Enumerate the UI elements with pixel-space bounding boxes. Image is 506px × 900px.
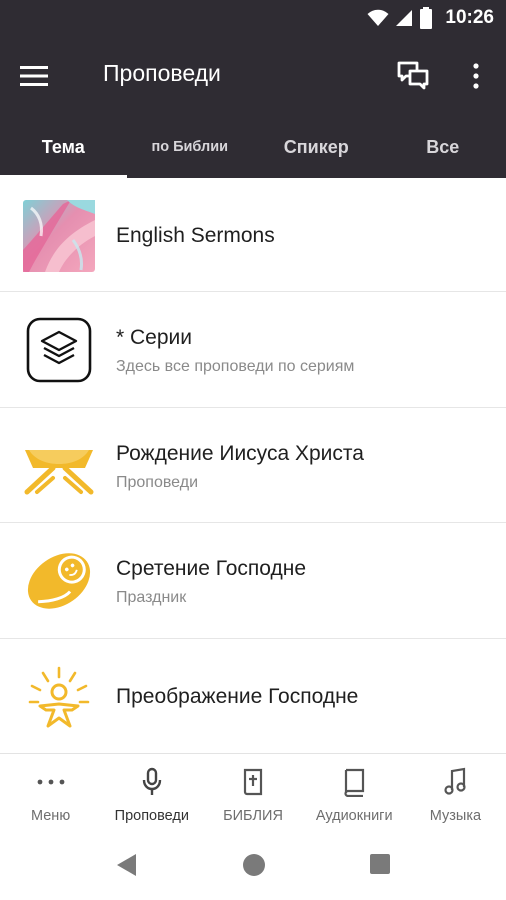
- battery-icon: [420, 7, 433, 29]
- nav-audiobooks[interactable]: Аудиокниги: [304, 754, 405, 830]
- back-triangle-icon: [117, 854, 136, 876]
- app-bar: Проповеди: [0, 36, 506, 116]
- list-item-title: * Серии: [116, 326, 192, 349]
- manger-icon: [23, 430, 95, 502]
- tab-label: по Библии: [151, 139, 229, 155]
- status-time: 10:26: [445, 7, 494, 28]
- tab-bar: Тема по Библии Спикер Все: [0, 116, 506, 178]
- nav-label: Меню: [31, 808, 71, 824]
- tab-label: Тема: [41, 136, 85, 157]
- list-item[interactable]: Сретение Господне Праздник: [0, 523, 506, 639]
- bible-icon: [241, 766, 265, 798]
- microphone-icon: [140, 766, 164, 798]
- tab-label: Все: [426, 136, 460, 157]
- list-item-title: Рождение Иисуса Христа: [116, 441, 364, 465]
- nav-label: Музыка: [429, 808, 482, 824]
- list-item[interactable]: * Серии Здесь все проповеди по сериям: [0, 292, 506, 408]
- nav-label: Проповеди: [114, 808, 189, 824]
- abstract-painting-thumbnail: [23, 200, 95, 272]
- radiant-figure-icon: [23, 661, 95, 733]
- tab-by-bible[interactable]: по Библии: [127, 116, 254, 178]
- list-item[interactable]: Преображение Господне: [0, 639, 506, 754]
- list-item-subtitle: Праздник: [116, 589, 187, 606]
- swaddled-baby-icon: [23, 545, 95, 617]
- page-title: Проповеди: [103, 60, 221, 86]
- list-item[interactable]: English Sermons: [0, 178, 506, 292]
- more-options-button[interactable]: [463, 57, 489, 95]
- hamburger-icon: [20, 66, 48, 86]
- tab-all[interactable]: Все: [380, 116, 506, 178]
- recents-button[interactable]: [368, 852, 396, 880]
- cell-signal-icon: [396, 10, 413, 26]
- more-vertical-icon: [473, 63, 479, 89]
- tab-topic[interactable]: Тема: [0, 116, 127, 178]
- sermon-category-list: English Sermons * Серии Здесь все пропов…: [0, 178, 506, 753]
- back-button[interactable]: [114, 852, 142, 880]
- chat-button[interactable]: [396, 57, 436, 95]
- list-item-title: Сретение Господне: [116, 557, 306, 580]
- tab-speaker[interactable]: Спикер: [253, 116, 380, 178]
- list-item-subtitle: Проповеди: [116, 473, 198, 491]
- chat-bubbles-icon: [397, 61, 429, 90]
- status-icons: 10:26: [367, 7, 494, 29]
- list-item-title: English Sermons: [116, 224, 275, 247]
- list-item-subtitle: Здесь все проповеди по сериям: [116, 358, 355, 375]
- home-circle-icon: [243, 854, 265, 876]
- list-item[interactable]: Рождение Иисуса Христа Проповеди: [0, 408, 506, 523]
- nav-bible[interactable]: БИБЛИЯ: [202, 754, 303, 830]
- hamburger-menu-button[interactable]: [20, 58, 60, 94]
- music-note-icon: [443, 766, 467, 798]
- more-horizontal-icon: [36, 766, 66, 798]
- recents-square-icon: [370, 854, 390, 874]
- list-item-title: Преображение Господне: [116, 684, 359, 708]
- status-bar: 10:26: [0, 0, 506, 36]
- wifi-icon: [367, 9, 389, 26]
- layers-icon: [23, 314, 95, 386]
- home-button[interactable]: [241, 852, 269, 880]
- bottom-navigation: Меню Проповеди БИБЛИЯ Аудиокниги Музыка: [0, 753, 506, 830]
- tab-label: Спикер: [283, 136, 349, 157]
- book-icon: [341, 766, 367, 798]
- nav-music[interactable]: Музыка: [405, 754, 506, 830]
- nav-label: Аудиокниги: [315, 808, 393, 824]
- system-navigation-bar: [0, 830, 506, 900]
- nav-menu[interactable]: Меню: [0, 754, 101, 830]
- nav-sermons[interactable]: Проповеди: [101, 754, 202, 830]
- nav-label: БИБЛИЯ: [223, 808, 283, 824]
